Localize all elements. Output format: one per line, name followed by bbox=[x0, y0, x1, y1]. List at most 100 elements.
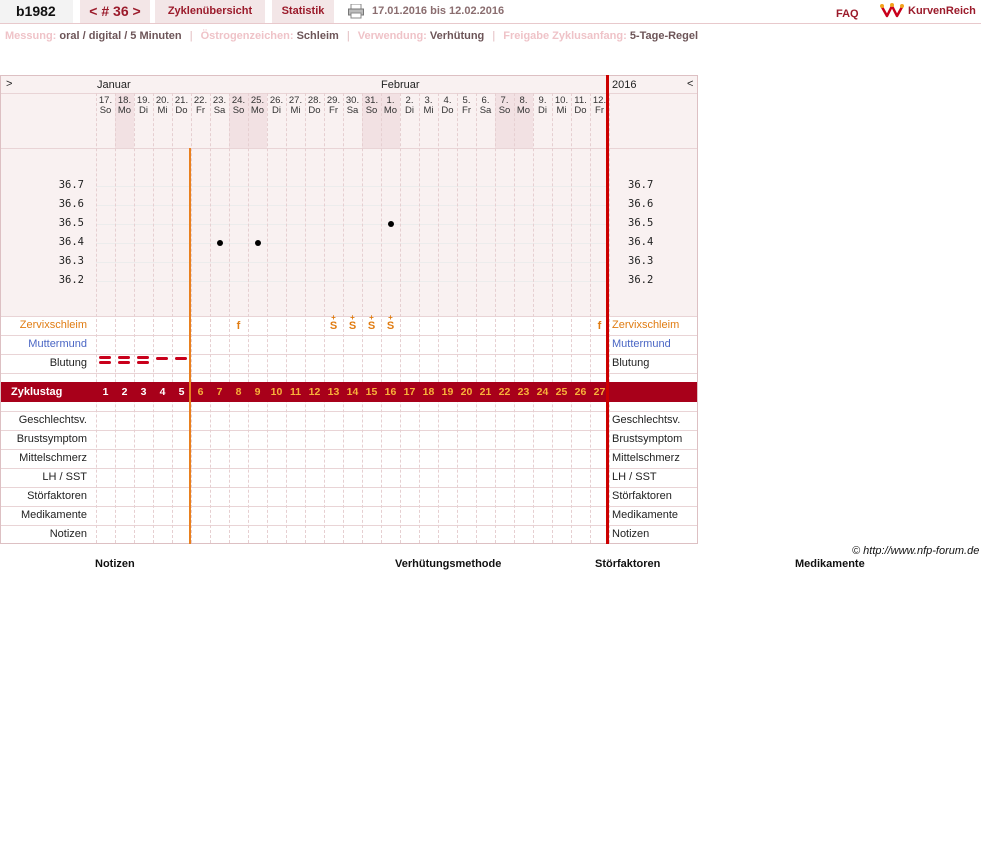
hline-1 bbox=[1, 93, 697, 94]
cycle-day-number: 13 bbox=[327, 386, 340, 398]
temperature-point[interactable] bbox=[216, 240, 223, 246]
row-label-blutung: Blutung bbox=[49, 357, 87, 369]
day-header[interactable]: 3. Mi bbox=[419, 96, 438, 116]
bleeding-mark[interactable] bbox=[99, 356, 111, 359]
day-header[interactable]: 1. Mo bbox=[381, 96, 400, 116]
hline-4 bbox=[1, 335, 697, 336]
day-gridline bbox=[438, 93, 439, 543]
hline-6 bbox=[1, 373, 697, 374]
day-weekday: Mi bbox=[556, 105, 567, 116]
day-gridline bbox=[609, 93, 610, 543]
cycle-day-number: 6 bbox=[197, 386, 204, 398]
ovulation-marker-line bbox=[189, 148, 191, 544]
faq-link[interactable]: FAQ bbox=[836, 3, 859, 26]
row-label-lh-sst-right: LH / SST bbox=[612, 471, 657, 483]
freigabe-label: Freigabe Zyklusanfang: bbox=[503, 30, 627, 42]
day-header[interactable]: 29. Fr bbox=[324, 96, 343, 116]
cycle-day-number: 11 bbox=[289, 386, 302, 398]
tab-statistics[interactable]: Statistik bbox=[272, 0, 334, 23]
today-marker-line bbox=[606, 75, 609, 544]
day-header[interactable]: 19. Di bbox=[134, 96, 153, 116]
day-header[interactable]: 30. Sa bbox=[343, 96, 362, 116]
cervical-mucus-mark[interactable]: + S bbox=[343, 314, 362, 332]
cervical-mucus-mark[interactable]: + S bbox=[324, 314, 343, 332]
bleeding-mark[interactable] bbox=[118, 361, 130, 364]
temperature-point[interactable] bbox=[387, 221, 394, 227]
day-weekday: So bbox=[99, 105, 112, 116]
day-weekday: Mi bbox=[157, 105, 168, 116]
mucus-symbol: S bbox=[367, 320, 376, 332]
day-header[interactable]: 7. So bbox=[495, 96, 514, 116]
crown-logo-icon[interactable] bbox=[880, 1, 904, 21]
day-header[interactable]: 26. Di bbox=[267, 96, 286, 116]
day-gridline bbox=[552, 93, 553, 543]
day-weekday: Di bbox=[272, 105, 281, 116]
printer-icon[interactable] bbox=[348, 3, 364, 19]
bleeding-mark[interactable] bbox=[137, 361, 149, 364]
username: b1982 bbox=[0, 0, 73, 23]
day-header[interactable]: 22. Fr bbox=[191, 96, 210, 116]
day-header[interactable]: 5. Fr bbox=[457, 96, 476, 116]
cycle-day-number: 10 bbox=[270, 386, 283, 398]
copyright[interactable]: © http://www.nfp-forum.de bbox=[852, 545, 979, 557]
row-label-muttermund: Muttermund bbox=[28, 338, 87, 350]
day-weekday: Do bbox=[175, 105, 188, 116]
day-header[interactable]: 28. Do bbox=[305, 96, 324, 116]
day-gridline bbox=[495, 93, 496, 543]
cervical-mucus-mark[interactable]: + S bbox=[381, 314, 400, 332]
bleeding-mark[interactable] bbox=[156, 357, 168, 360]
cycle-day-number: 12 bbox=[308, 386, 321, 398]
scroll-right-button[interactable]: < bbox=[687, 78, 693, 90]
day-header[interactable]: 23. Sa bbox=[210, 96, 229, 116]
cervical-mucus-mark[interactable]: + S bbox=[362, 314, 381, 332]
scroll-left-button[interactable]: > bbox=[6, 78, 12, 90]
bleeding-mark[interactable] bbox=[118, 356, 130, 359]
hline-8 bbox=[1, 430, 697, 431]
day-header[interactable]: 18. Mo bbox=[115, 96, 134, 116]
day-header[interactable]: 21. Do bbox=[172, 96, 191, 116]
cycle-day-number: 20 bbox=[460, 386, 473, 398]
day-header[interactable]: 10. Mi bbox=[552, 96, 571, 116]
day-header[interactable]: 11. Do bbox=[571, 96, 590, 116]
day-weekday: Do bbox=[441, 105, 454, 116]
cervical-mucus-mark[interactable]: f bbox=[229, 321, 248, 332]
cycle-day-number: 3 bbox=[140, 386, 147, 398]
bleeding-mark[interactable] bbox=[175, 357, 187, 360]
prev-cycle-button[interactable]: < bbox=[89, 3, 97, 19]
row-label-blutung-right: Blutung bbox=[612, 357, 650, 369]
day-header[interactable]: 24. So bbox=[229, 96, 248, 116]
bleeding-mark[interactable] bbox=[137, 356, 149, 359]
day-gridline bbox=[267, 93, 268, 543]
row-label-notizen: Notizen bbox=[49, 528, 87, 540]
temperature-point[interactable] bbox=[254, 240, 261, 246]
bleeding-mark[interactable] bbox=[99, 361, 111, 364]
day-header[interactable]: 9. Di bbox=[533, 96, 552, 116]
top-bar: b1982 < # 36 > Zyklenübersicht Statistik… bbox=[0, 0, 981, 24]
day-header[interactable]: 6. Sa bbox=[476, 96, 495, 116]
tab-cycle-overview[interactable]: Zyklenübersicht bbox=[155, 0, 265, 23]
day-header[interactable]: 17. So bbox=[96, 96, 115, 116]
cycle-chart: > Januar Februar 2016 < 17. So 18. Mo 19. Di 2… bbox=[0, 75, 698, 544]
row-label-mittelschmerz: Mittelschmerz bbox=[19, 452, 87, 464]
day-header[interactable]: 31. So bbox=[362, 96, 381, 116]
cycle-day-label: Zyklustag bbox=[11, 386, 63, 398]
day-header[interactable]: 25. Mo bbox=[248, 96, 267, 116]
y-tick-label-right: 36.2 bbox=[628, 274, 654, 286]
day-weekday: Mi bbox=[423, 105, 434, 116]
footer-notizen: Notizen bbox=[95, 558, 135, 570]
day-weekday: Sa bbox=[479, 105, 492, 116]
day-weekday: Di bbox=[538, 105, 547, 116]
cycle-day-number: 14 bbox=[346, 386, 359, 398]
day-header[interactable]: 8. Mo bbox=[514, 96, 533, 116]
day-header[interactable]: 4. Do bbox=[438, 96, 457, 116]
day-header[interactable]: 20. Mi bbox=[153, 96, 172, 116]
day-header[interactable]: 2. Di bbox=[400, 96, 419, 116]
next-cycle-button[interactable]: > bbox=[133, 3, 141, 19]
month-label-january: Januar bbox=[97, 79, 131, 91]
y-tick-label: 36.7 bbox=[58, 179, 84, 191]
day-header[interactable]: 27. Mi bbox=[286, 96, 305, 116]
brand-name[interactable]: KurvenReich bbox=[908, 1, 976, 24]
day-gridline bbox=[476, 93, 477, 543]
cycle-day-number: 1 bbox=[102, 386, 109, 398]
year-label: 2016 bbox=[612, 79, 637, 91]
